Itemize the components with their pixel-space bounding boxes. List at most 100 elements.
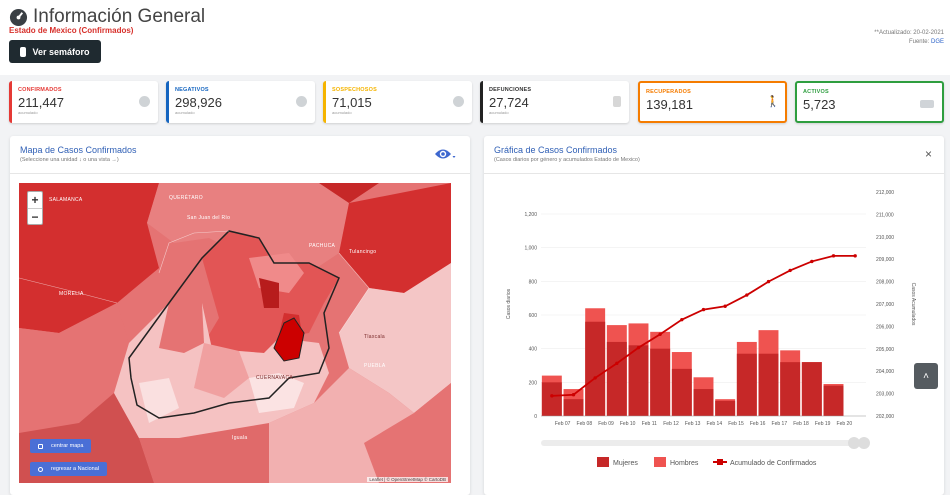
undo-icon [38,466,43,472]
page-header: Información General Estado de Mexico (Co… [0,0,950,75]
updated-text: **Actualizado: 20-02-2021 [874,30,944,36]
x-tick-label: Feb 17 [772,421,788,427]
y-tick-label-left: 1,200 [524,212,537,218]
kpi-label: NEGATIVOS [175,87,209,93]
bar-mujeres [780,362,801,416]
x-tick-label: Feb 13 [685,421,701,427]
map-card-header: Mapa de Casos Confirmados (Seleccione un… [10,136,470,174]
bar-mujeres [801,362,822,416]
kpi-activos[interactable]: ACTIVOS 5,723 [795,81,944,123]
line-point [658,332,662,336]
eye-icon[interactable] [434,147,456,161]
bar-mujeres [541,382,562,416]
bar-mujeres [736,353,757,416]
bar-mujeres [715,400,736,416]
x-tick-label: Feb 14 [707,421,723,427]
y-axis-label-left: Casos diarios [506,288,512,319]
bed-icon [920,100,934,108]
map-card-subtitle: (Seleccione una unidad ↓ o una vista →) [20,157,119,163]
x-tick-label: Feb 10 [620,421,636,427]
kpi-defunciones[interactable]: DEFUNCIONES 27,724 acumulado [480,81,629,123]
minus-circle-icon [296,96,307,107]
scroll-top-button[interactable]: ˄ [914,363,938,389]
y-tick-label-right: 203,000 [876,392,894,398]
expand-icon [38,443,43,449]
kpi-label: CONFIRMADOS [18,87,62,93]
bar-mujeres [650,348,671,416]
kpi-value: 139,181 [646,97,693,112]
bar-mujeres [628,345,649,416]
legend-label: Acumulado de Confirmados [730,460,817,467]
kpi-recuperados[interactable]: RECUPERADOS 139,181 🚶 [638,81,787,123]
line-point [571,393,576,397]
place-label: SALAMANCA [49,197,83,203]
legend-label: Mujeres [613,460,638,467]
question-circle-icon [453,96,464,107]
kpi-value: 211,447 [18,95,65,110]
kpi-value: 27,724 [489,95,529,110]
y-tick-label-right: 202,000 [876,414,894,420]
update-meta: **Actualizado: 20-02-2021 Fuente: DGE [874,29,944,47]
kpi-sub: acumulado [332,110,352,115]
kpi-sospechosos[interactable]: SOSPECHOSOS 71,015 acumulado [323,81,472,123]
y-tick-label-right: 208,000 [876,280,894,286]
chart-card-subtitle: (Casos diarios por género y acumulados E… [494,157,640,163]
line-point [593,376,597,380]
y-tick-label-right: 204,000 [876,369,894,375]
kpi-label: RECUPERADOS [646,89,691,95]
ribbon-icon [613,96,621,107]
close-chart-button[interactable]: × [925,147,932,161]
kpi-value: 71,015 [332,95,372,110]
line-point [831,254,836,258]
line-point [680,317,684,322]
range-slider-handle [858,437,870,449]
zoom-out-button[interactable]: − [28,208,42,224]
center-map-label: centrar mapa [51,443,84,449]
x-tick-label: Feb 20 [837,421,853,427]
back-national-button[interactable]: regresar a Nacional [30,462,107,476]
y-tick-label-right: 206,000 [876,324,894,330]
kpi-confirmados[interactable]: CONFIRMADOS 211,447 acumulado [9,81,158,123]
back-national-label: regresar a Nacional [51,466,99,472]
y-tick-label-left: 0 [534,414,537,420]
map-attribution: Leaflet | © OpenStreetMap © CartoDB [367,477,448,482]
bar-mujeres [563,399,584,416]
legend-swatch [597,457,609,467]
place-label: PUEBLA [364,363,386,369]
zoom-control: + − [27,191,43,225]
y-tick-label-right: 212,000 [876,190,894,196]
place-label: San Juan del Río [187,215,231,221]
y-tick-label-right: 211,000 [876,212,894,218]
y-tick-label-left: 1,000 [524,246,537,252]
place-label: Iguala [232,435,248,441]
semaforo-button[interactable]: Ver semáforo [9,40,101,63]
line-point [701,307,706,312]
x-tick-label: Feb 11 [642,421,657,427]
zoom-in-button[interactable]: + [28,192,42,208]
x-tick-label: Feb 07 [555,421,571,427]
y-tick-label-left: 600 [529,313,538,319]
source-label: Fuente: [908,39,930,45]
bar-mujeres [693,389,714,416]
y-tick-label-right: 209,000 [876,257,894,263]
map-card-title: Mapa de Casos Confirmados [20,145,137,155]
source-link[interactable]: DGE [931,39,944,45]
x-tick-label: Feb 12 [663,421,679,427]
kpi-row: CONFIRMADOS 211,447 acumulado NEGATIVOS … [9,81,944,124]
line-point [615,361,619,366]
x-tick-label: Feb 15 [728,421,744,427]
bar-mujeres [606,341,627,416]
bar-mujeres [823,385,844,416]
chart-card-title: Gráfica de Casos Confirmados [494,145,618,155]
kpi-negativos[interactable]: NEGATIVOS 298,926 acumulado [166,81,315,123]
dashboard-gauge-icon [9,8,28,26]
choropleth-map[interactable]: QUERÉTARO SALAMANCA MORELIA PACHUCA Tula… [19,183,451,483]
center-map-button[interactable]: centrar mapa [30,439,92,453]
place-label: CUERNAVACA [256,375,293,381]
bar-mujeres [758,353,779,416]
line-point [745,293,749,297]
walking-icon: 🚶 [766,96,780,108]
bar-mujeres [585,321,606,416]
line-point [550,394,554,398]
chart-card: Gráfica de Casos Confirmados (Casos diar… [484,136,944,495]
